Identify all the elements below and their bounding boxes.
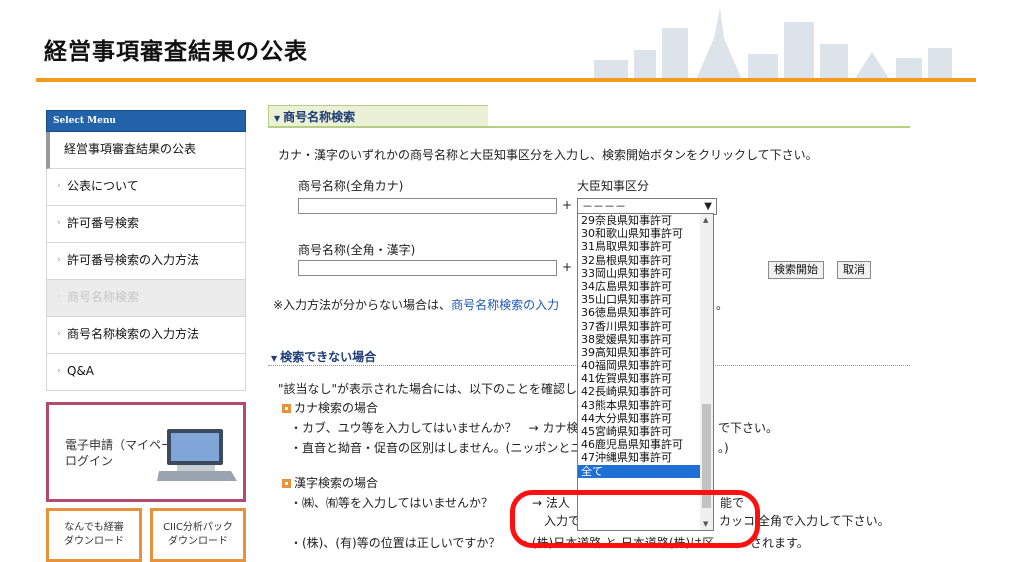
banner-line: CIIC分析パック [163,522,233,533]
dropdown-option[interactable]: 39高知県知事許可 [578,346,701,359]
help-note-text: ※入力方法が分からない場合は、 [273,298,452,312]
nandemo-keishin-download-banner[interactable]: なんでも経審 ダウンロード [46,508,142,562]
kana-tip-1-end: で下さい。 [718,421,779,435]
square-bullet-icon [282,479,291,488]
kana-tip-2-end: 。) [718,441,729,455]
kanji-tip-1: ・㈱、㈲等を入力してはいませんか？ [290,496,494,510]
main-content: ▼ 商号名称検索 カナ・漢字のいずれかの商号名称と大臣知事区分を入力し、検索開始ボ… [268,105,918,550]
section-title-text: 商号名称検索 [283,110,356,124]
kanji-search-heading-text: 漢字検索の場合 [294,476,379,490]
kanji-name-label: 商号名称(全角・漢字) [298,243,416,257]
bullet-icon: › [57,292,61,302]
chevron-down-icon: ▼ [704,201,712,212]
kana-name-input[interactable] [298,198,557,214]
dropdown-option-selected[interactable]: 全て [578,464,701,478]
dropdown-scrollbar[interactable]: ▲ ▼ [700,214,713,530]
cannot-search-heading: ▼ 検索できない場合 [271,348,376,365]
sidebar-item-label: 商号名称検索 [67,290,140,304]
help-note: ※入力方法が分からない場合は、商号名称検索の入力 [273,296,559,313]
dropdown-option[interactable]: 41佐賀県知事許可 [578,372,701,385]
category-label: 大臣知事区分 [577,179,650,193]
plus-sign: + [562,198,573,212]
section-title: ▼ 商号名称検索 [274,108,355,125]
sidebar-item-name-search-howto[interactable]: › 商号名称検索の入力方法 [46,317,246,354]
bullet-icon: › [57,181,61,191]
kanji-tip-3-end: されます。 [750,536,809,550]
banner-line: ダウンロード [168,536,228,547]
dropdown-option[interactable]: 46鹿児島県知事許可 [578,438,701,451]
kana-search-heading-text: カナ検索の場合 [294,401,379,415]
dropdown-option[interactable]: 30和歌山県知事許可 [578,227,701,240]
scroll-up-icon[interactable]: ▲ [703,216,708,224]
red-highlight-annotation [510,490,760,548]
sidebar-item-keishin-results[interactable]: 経営事項審査結果の公表 [46,132,246,169]
sidebar-item-about-publication[interactable]: › 公表について [46,169,246,206]
cancel-button[interactable]: 取消 [837,261,871,279]
dropdown-option[interactable]: 33岡山県知事許可 [578,267,701,280]
kana-tip-2: ・直音と拗音・促音の区別はしません。(ニッポンとニ [290,441,583,455]
search-start-button[interactable]: 検索開始 [768,261,824,279]
dropdown-option[interactable]: 32島根県知事許可 [578,254,701,267]
sidebar-item-name-search: › 商号名称検索 [46,280,246,317]
dropdown-option[interactable]: 36徳島県知事許可 [578,306,701,319]
plus-sign: + [562,260,573,274]
category-dropdown-list[interactable]: 29奈良県知事許可 30和歌山県知事許可 31鳥取県知事許可 32島根県知事許可… [577,213,714,531]
sidebar-item-label: 公表について [67,179,139,193]
triangle-icon: ▼ [274,114,281,123]
dropdown-options: 29奈良県知事許可 30和歌山県知事許可 31鳥取県知事許可 32島根県知事許可… [578,214,701,478]
bullet-icon: › [57,218,61,228]
laptop-icon [157,429,237,481]
skyline-illustration [594,8,952,80]
kanji-tip-3: ・(株)、(有)等の位置は正しいですか？ [290,536,501,550]
kanji-name-input[interactable] [298,260,557,276]
section-tab-line [268,126,910,128]
dropdown-option[interactable]: 45宮崎県知事許可 [578,425,701,438]
sidebar-item-label: 許可番号検索 [67,216,140,230]
sidebar: Select Menu 経営事項審査結果の公表 › 公表について › 許可番号検… [46,110,246,391]
category-select-value: －－－－ [582,200,626,213]
help-note-suffix: 。 [716,298,729,312]
page-header: 経営事項審査結果の公表 [0,0,1024,96]
kana-name-label: 商号名称(全角カナ) [298,179,404,193]
square-bullet-icon [282,404,291,413]
kana-tip-1: ・カブ、ユウ等を入力してはいませんか？ → カナ検 [290,421,579,435]
sidebar-item-label: 商号名称検索の入力方法 [67,327,200,341]
sidebar-item-faq[interactable]: › Q&A [46,354,246,391]
dropdown-option[interactable]: 29奈良県知事許可 [578,214,701,227]
section-header: ▼ 商号名称検索 [268,105,918,128]
dropdown-option[interactable]: 42長崎県知事許可 [578,385,701,398]
kana-search-heading: カナ検索の場合 [282,399,378,416]
sidebar-heading: Select Menu [46,110,246,132]
bullet-icon: › [57,329,61,339]
dropdown-option[interactable]: 43熊本県知事許可 [578,399,701,412]
dropdown-option[interactable]: 38愛媛県知事許可 [578,333,701,346]
banner-line: ダウンロード [64,536,124,547]
dropdown-option[interactable]: 47沖縄県知事許可 [578,451,701,464]
sidebar-item-label: Q&A [67,364,95,378]
triangle-icon: ▼ [271,354,278,363]
instructions-text: カナ・漢字のいずれかの商号名称と大臣知事区分を入力し、検索開始ボタンをクリックし… [278,148,818,162]
kanji-tip-2-end: 全角で入力して下さい。 [758,514,890,528]
header-divider [36,78,976,82]
kanji-search-heading: 漢字検索の場合 [282,474,378,491]
bullet-icon: › [57,366,61,376]
sidebar-item-permit-search-howto[interactable]: › 許可番号検索の入力方法 [46,243,246,280]
dropdown-option[interactable]: 34広島県知事許可 [578,280,701,293]
e-application-banner[interactable]: 電子申請（マイページ） ログイン [46,402,246,502]
dropdown-option[interactable]: 35山口県知事許可 [578,293,701,306]
name-search-howto-link[interactable]: 商号名称検索の入力 [451,298,559,312]
page-title: 経営事項審査結果の公表 [44,39,308,65]
sidebar-item-label: 許可番号検索の入力方法 [67,253,200,267]
bullet-icon: › [57,255,61,265]
sidebar-item-label: 経営事項審査結果の公表 [64,142,197,156]
dropdown-option[interactable]: 37香川県知事許可 [578,320,701,333]
ciic-analysis-pack-download-banner[interactable]: CIIC分析パック ダウンロード [150,508,246,562]
sidebar-item-permit-search[interactable]: › 許可番号検索 [46,206,246,243]
cannot-search-intro: "該当なし"が表示された場合には、以下のことを確認し [278,382,578,396]
dropdown-option[interactable]: 40福岡県知事許可 [578,359,701,372]
cannot-search-title: 検索できない場合 [280,350,377,364]
dropdown-option[interactable]: 44大分県知事許可 [578,412,701,425]
banner-line: なんでも経審 [64,522,124,533]
dropdown-option[interactable]: 31鳥取県知事許可 [578,240,701,253]
